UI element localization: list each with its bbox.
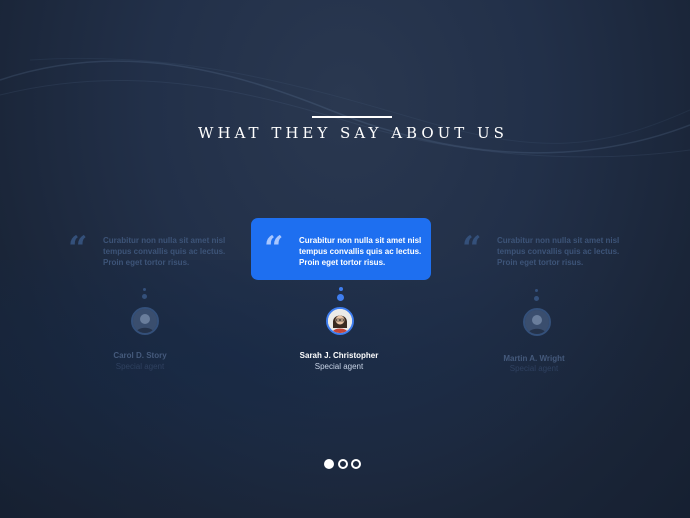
pagination-dot-3[interactable] xyxy=(351,459,361,469)
author-name: Carol D. Story xyxy=(113,351,167,360)
connector-dot-small xyxy=(535,289,538,292)
pagination-dot-2[interactable] xyxy=(338,459,348,469)
section-title: WHAT THEY SAY ABOUT US xyxy=(198,124,508,142)
author-name: Sarah J. Christopher xyxy=(299,351,379,360)
connector-dot-small xyxy=(339,287,343,291)
testimonial-card-1[interactable]: “ Curabitur non nulla sit amet nisl temp… xyxy=(55,218,235,280)
connector-dot-large xyxy=(142,294,147,299)
avatar[interactable] xyxy=(523,308,551,336)
author-role: Special agent xyxy=(115,362,165,371)
testimonial-text: Curabitur non nulla sit amet nisl tempus… xyxy=(299,236,422,267)
author-role: Special agent xyxy=(509,364,559,373)
quote-icon: “ xyxy=(264,229,284,269)
connector-dot-large xyxy=(534,296,539,301)
testimonial-text: Curabitur non nulla sit amet nisl tempus… xyxy=(497,236,620,267)
testimonial-card-2[interactable]: “ Curabitur non nulla sit amet nisl temp… xyxy=(251,218,431,280)
pagination-dot-1[interactable] xyxy=(324,459,334,469)
title-underline xyxy=(312,116,392,118)
avatar[interactable] xyxy=(131,307,159,335)
testimonial-card-3[interactable]: “ Curabitur non nulla sit amet nisl temp… xyxy=(449,218,629,280)
connector-dot-small xyxy=(143,288,146,291)
author-role: Special agent xyxy=(314,362,364,371)
testimonial-text: Curabitur non nulla sit amet nisl tempus… xyxy=(103,236,226,267)
avatar[interactable] xyxy=(326,307,354,335)
quote-icon: “ xyxy=(68,229,88,269)
quote-icon: “ xyxy=(462,229,482,269)
connector-dot-large xyxy=(337,294,344,301)
author-name: Martin A. Wright xyxy=(503,354,565,363)
